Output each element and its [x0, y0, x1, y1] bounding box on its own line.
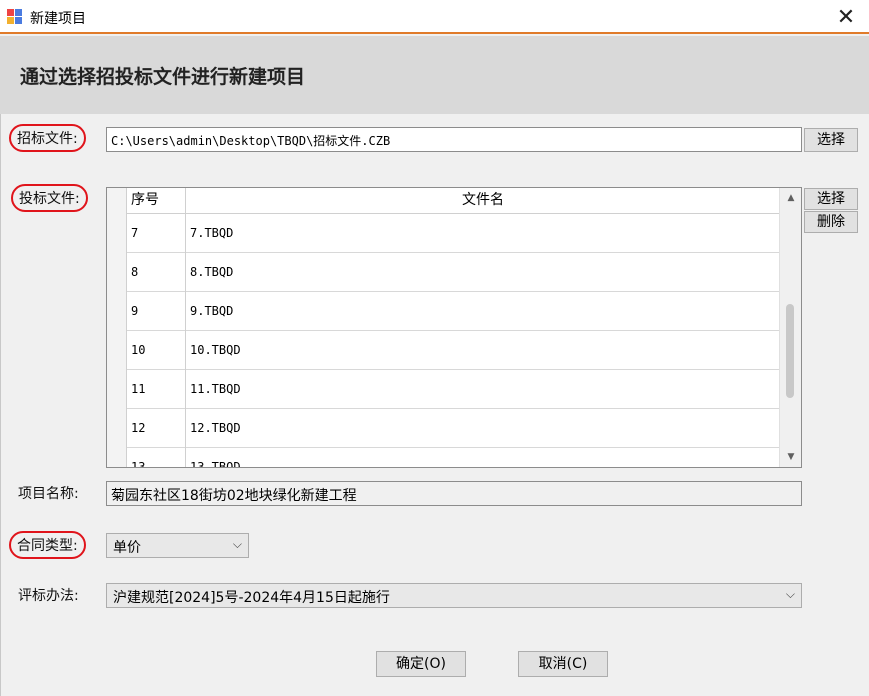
row-filename: 10.TBQD	[190, 343, 241, 357]
column-header-filename[interactable]: 文件名	[186, 188, 780, 214]
contract-type-label: 合同类型:	[9, 531, 86, 559]
row-index: 13	[127, 448, 186, 467]
row-index: 10	[127, 331, 186, 370]
project-name-field[interactable]: 菊园东社区18街坊02地块绿化新建工程	[106, 481, 802, 506]
table-row[interactable]: 13 13.TBQD	[107, 448, 780, 468]
cancel-button[interactable]: 取消(C)	[518, 651, 608, 677]
contract-type-value: 单价	[113, 540, 141, 556]
row-selector[interactable]	[107, 214, 127, 253]
chevron-down-icon: ⌵	[232, 537, 242, 551]
scroll-thumb[interactable]	[786, 304, 794, 398]
header-band: 通过选择招投标文件进行新建项目	[0, 36, 869, 114]
bid-files-grid[interactable]: 序号 文件名 7 7.TBQD 8 8.TBQD 9 9.TBQD 10 10.…	[106, 187, 802, 468]
row-selector[interactable]	[107, 253, 127, 292]
row-selector[interactable]	[107, 448, 127, 467]
table-row[interactable]: 8 8.TBQD	[107, 253, 780, 292]
table-row[interactable]: 10 10.TBQD	[107, 331, 780, 370]
row-index: 8	[127, 253, 186, 292]
app-icon	[7, 9, 23, 25]
close-button[interactable]: ✕	[823, 0, 869, 34]
row-index: 7	[127, 214, 186, 253]
table-row[interactable]: 7 7.TBQD	[107, 214, 780, 253]
window-title: 新建项目	[30, 11, 86, 27]
row-selector[interactable]	[107, 331, 127, 370]
column-header-index[interactable]: 序号	[127, 188, 186, 214]
tender-file-input[interactable]: C:\Users\admin\Desktop\TBQD\招标文件.CZB	[106, 127, 802, 152]
scroll-down-arrow-icon[interactable]: ▼	[780, 447, 801, 467]
project-name-label: 项目名称:	[18, 486, 79, 502]
row-filename: 13.TBQD	[190, 460, 241, 468]
close-icon: ✕	[836, 4, 856, 30]
row-filename: 12.TBQD	[190, 421, 241, 435]
bid-files-select-button[interactable]: 选择	[804, 188, 858, 210]
row-index: 11	[127, 370, 186, 409]
evaluation-method-value: 沪建规范[2024]5号-2024年4月15日起施行	[113, 590, 390, 606]
ok-button[interactable]: 确定(O)	[376, 651, 466, 677]
tender-file-label: 招标文件:	[9, 124, 86, 152]
table-row[interactable]: 12 12.TBQD	[107, 409, 780, 448]
chevron-down-icon: ⌵	[785, 587, 795, 601]
row-filename: 9.TBQD	[190, 304, 234, 318]
bid-files-label: 投标文件:	[11, 184, 88, 212]
scroll-up-arrow-icon[interactable]: ▲	[780, 188, 801, 208]
table-row[interactable]: 11 11.TBQD	[107, 370, 780, 409]
row-filename: 7.TBQD	[190, 226, 234, 240]
grid-header: 序号 文件名	[107, 188, 780, 214]
page-heading: 通过选择招投标文件进行新建项目	[20, 66, 306, 88]
grid-vertical-scrollbar[interactable]: ▲ ▼	[779, 188, 801, 467]
row-index: 9	[127, 292, 186, 331]
grid-header-stub	[107, 188, 127, 214]
row-index: 12	[127, 409, 186, 448]
evaluation-method-select[interactable]: 沪建规范[2024]5号-2024年4月15日起施行 ⌵	[106, 583, 802, 608]
row-selector[interactable]	[107, 292, 127, 331]
contract-type-select[interactable]: 单价 ⌵	[106, 533, 249, 558]
table-row[interactable]: 9 9.TBQD	[107, 292, 780, 331]
dialog-body: 招标文件: C:\Users\admin\Desktop\TBQD\招标文件.C…	[0, 114, 869, 696]
tender-file-select-button[interactable]: 选择	[804, 128, 858, 152]
title-bar: 新建项目 ✕	[0, 0, 869, 34]
evaluation-method-label: 评标办法:	[18, 588, 79, 604]
row-selector[interactable]	[107, 370, 127, 409]
bid-files-delete-button[interactable]: 删除	[804, 211, 858, 233]
row-selector[interactable]	[107, 409, 127, 448]
row-filename: 8.TBQD	[190, 265, 234, 279]
row-filename: 11.TBQD	[190, 382, 241, 396]
grid-rows: 7 7.TBQD 8 8.TBQD 9 9.TBQD 10 10.TBQD 11	[107, 214, 780, 468]
